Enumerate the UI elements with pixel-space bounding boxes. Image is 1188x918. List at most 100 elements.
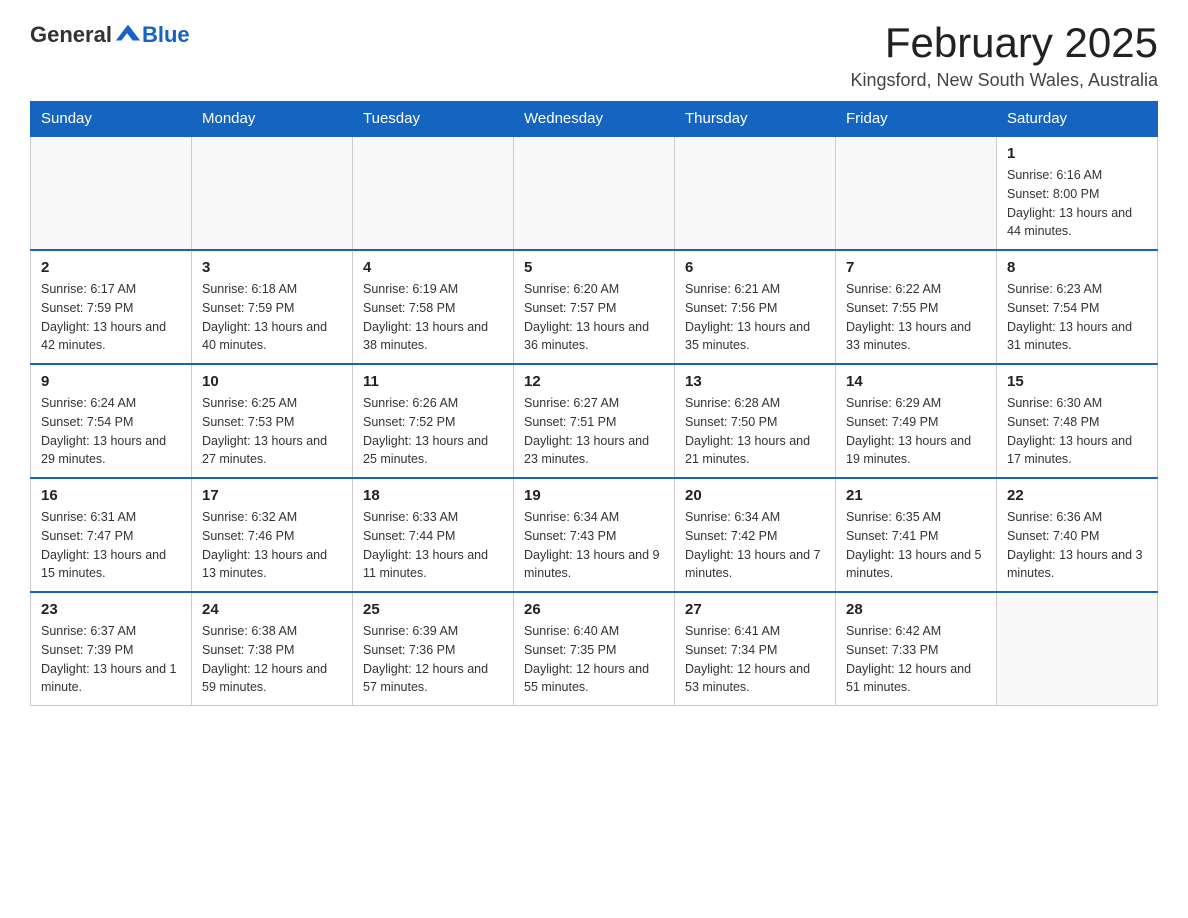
- calendar-cell: 23Sunrise: 6:37 AM Sunset: 7:39 PM Dayli…: [31, 592, 192, 706]
- day-info: Sunrise: 6:16 AM Sunset: 8:00 PM Dayligh…: [1007, 166, 1147, 241]
- day-number: 21: [846, 487, 986, 504]
- day-info: Sunrise: 6:19 AM Sunset: 7:58 PM Dayligh…: [363, 280, 503, 355]
- day-number: 19: [524, 487, 664, 504]
- calendar-cell: 13 Sunrise: 6:28 AM Sunset: 7:50 PM Dayli…: [675, 364, 836, 478]
- day-number: 24: [202, 601, 342, 618]
- calendar-cell: 5 Sunrise: 6:20 AM Sunset: 7:57 PM Daylig…: [514, 250, 675, 364]
- day-number: 11: [363, 373, 503, 390]
- calendar-table: SundayMondayTuesdayWednesdayThursdayFrid…: [30, 101, 1158, 706]
- calendar-cell: 19 Sunrise: 6:34 AM Sunset: 7:43 PM Dayli…: [514, 478, 675, 592]
- day-info: Sunrise: 6:42 AM Sunset: 7:33 PM Dayligh…: [846, 622, 986, 697]
- calendar-cell: 16 Sunrise: 6:31 AM Sunset: 7:47 PM Dayli…: [31, 478, 192, 592]
- week-row-2: 2 Sunrise: 6:17 AM Sunset: 7:59 PM Daylig…: [31, 250, 1158, 364]
- day-number: 7: [846, 259, 986, 276]
- calendar-cell: 10Sunrise: 6:25 AM Sunset: 7:53 PM Dayli…: [192, 364, 353, 478]
- day-number: 2: [41, 259, 181, 276]
- weekday-header-thursday: Thursday: [675, 102, 836, 137]
- day-info: Sunrise: 6:25 AM Sunset: 7:53 PM Dayligh…: [202, 394, 342, 469]
- calendar-cell: 28 Sunrise: 6:42 AM Sunset: 7:33 PM Dayli…: [836, 592, 997, 706]
- day-number: 1: [1007, 145, 1147, 162]
- day-number: 4: [363, 259, 503, 276]
- calendar-cell: 24 Sunrise: 6:38 AM Sunset: 7:38 PM Dayli…: [192, 592, 353, 706]
- calendar-cell: 15Sunrise: 6:30 AM Sunset: 7:48 PM Dayli…: [997, 364, 1158, 478]
- calendar-cell: [514, 136, 675, 250]
- day-number: 12: [524, 373, 664, 390]
- calendar-cell: 27 Sunrise: 6:41 AM Sunset: 7:34 PM Dayli…: [675, 592, 836, 706]
- weekday-header-row: SundayMondayTuesdayWednesdayThursdayFrid…: [31, 102, 1158, 137]
- page-header: General Blue February 2025 Kingsford, Ne…: [30, 20, 1158, 91]
- day-number: 17: [202, 487, 342, 504]
- weekday-header-sunday: Sunday: [31, 102, 192, 137]
- day-number: 13: [685, 373, 825, 390]
- day-info: Sunrise: 6:23 AM Sunset: 7:54 PM Dayligh…: [1007, 280, 1147, 355]
- calendar-cell: 3 Sunrise: 6:18 AM Sunset: 7:59 PM Daylig…: [192, 250, 353, 364]
- day-info: Sunrise: 6:34 AM Sunset: 7:42 PM Dayligh…: [685, 508, 825, 583]
- day-info: Sunrise: 6:18 AM Sunset: 7:59 PM Dayligh…: [202, 280, 342, 355]
- day-info: Sunrise: 6:34 AM Sunset: 7:43 PM Dayligh…: [524, 508, 664, 583]
- calendar-cell: 25 Sunrise: 6:39 AM Sunset: 7:36 PM Dayli…: [353, 592, 514, 706]
- day-number: 5: [524, 259, 664, 276]
- calendar-cell: 8 Sunrise: 6:23 AM Sunset: 7:54 PM Daylig…: [997, 250, 1158, 364]
- day-number: 23: [41, 601, 181, 618]
- calendar-cell: [192, 136, 353, 250]
- calendar-cell: 11 Sunrise: 6:26 AM Sunset: 7:52 PM Dayli…: [353, 364, 514, 478]
- day-number: 14: [846, 373, 986, 390]
- day-number: 16: [41, 487, 181, 504]
- week-row-1: 1 Sunrise: 6:16 AM Sunset: 8:00 PM Daylig…: [31, 136, 1158, 250]
- day-info: Sunrise: 6:36 AM Sunset: 7:40 PM Dayligh…: [1007, 508, 1147, 583]
- day-info: Sunrise: 6:41 AM Sunset: 7:34 PM Dayligh…: [685, 622, 825, 697]
- calendar-cell: 20Sunrise: 6:34 AM Sunset: 7:42 PM Dayli…: [675, 478, 836, 592]
- day-info: Sunrise: 6:40 AM Sunset: 7:35 PM Dayligh…: [524, 622, 664, 697]
- calendar-cell: 2 Sunrise: 6:17 AM Sunset: 7:59 PM Daylig…: [31, 250, 192, 364]
- location: Kingsford, New South Wales, Australia: [851, 70, 1158, 91]
- day-number: 3: [202, 259, 342, 276]
- day-number: 25: [363, 601, 503, 618]
- calendar-cell: [353, 136, 514, 250]
- calendar-cell: 7Sunrise: 6:22 AM Sunset: 7:55 PM Daylig…: [836, 250, 997, 364]
- calendar-cell: 1 Sunrise: 6:16 AM Sunset: 8:00 PM Daylig…: [997, 136, 1158, 250]
- day-number: 8: [1007, 259, 1147, 276]
- title-block: February 2025 Kingsford, New South Wales…: [851, 20, 1158, 91]
- day-number: 26: [524, 601, 664, 618]
- logo-blue-text: Blue: [142, 22, 190, 48]
- day-number: 6: [685, 259, 825, 276]
- day-info: Sunrise: 6:35 AM Sunset: 7:41 PM Dayligh…: [846, 508, 986, 583]
- week-row-5: 23Sunrise: 6:37 AM Sunset: 7:39 PM Dayli…: [31, 592, 1158, 706]
- day-number: 18: [363, 487, 503, 504]
- month-title: February 2025: [851, 20, 1158, 66]
- week-row-3: 9 Sunrise: 6:24 AM Sunset: 7:54 PM Daylig…: [31, 364, 1158, 478]
- logo-icon: [114, 20, 142, 48]
- day-number: 27: [685, 601, 825, 618]
- logo-general-text: General: [30, 22, 112, 48]
- day-info: Sunrise: 6:29 AM Sunset: 7:49 PM Dayligh…: [846, 394, 986, 469]
- weekday-header-saturday: Saturday: [997, 102, 1158, 137]
- week-row-4: 16 Sunrise: 6:31 AM Sunset: 7:47 PM Dayli…: [31, 478, 1158, 592]
- logo: General Blue: [30, 20, 190, 48]
- calendar-cell: [997, 592, 1158, 706]
- weekday-header-friday: Friday: [836, 102, 997, 137]
- day-number: 22: [1007, 487, 1147, 504]
- day-info: Sunrise: 6:24 AM Sunset: 7:54 PM Dayligh…: [41, 394, 181, 469]
- day-info: Sunrise: 6:17 AM Sunset: 7:59 PM Dayligh…: [41, 280, 181, 355]
- day-number: 9: [41, 373, 181, 390]
- calendar-cell: [675, 136, 836, 250]
- calendar-cell: 22 Sunrise: 6:36 AM Sunset: 7:40 PM Dayli…: [997, 478, 1158, 592]
- day-info: Sunrise: 6:20 AM Sunset: 7:57 PM Dayligh…: [524, 280, 664, 355]
- day-info: Sunrise: 6:38 AM Sunset: 7:38 PM Dayligh…: [202, 622, 342, 697]
- calendar-cell: 18Sunrise: 6:33 AM Sunset: 7:44 PM Dayli…: [353, 478, 514, 592]
- calendar-cell: [31, 136, 192, 250]
- day-info: Sunrise: 6:28 AM Sunset: 7:50 PM Dayligh…: [685, 394, 825, 469]
- day-number: 28: [846, 601, 986, 618]
- day-info: Sunrise: 6:27 AM Sunset: 7:51 PM Dayligh…: [524, 394, 664, 469]
- day-info: Sunrise: 6:39 AM Sunset: 7:36 PM Dayligh…: [363, 622, 503, 697]
- calendar-cell: 4 Sunrise: 6:19 AM Sunset: 7:58 PM Daylig…: [353, 250, 514, 364]
- calendar-cell: [836, 136, 997, 250]
- day-info: Sunrise: 6:30 AM Sunset: 7:48 PM Dayligh…: [1007, 394, 1147, 469]
- calendar-cell: 12 Sunrise: 6:27 AM Sunset: 7:51 PM Dayli…: [514, 364, 675, 478]
- day-info: Sunrise: 6:26 AM Sunset: 7:52 PM Dayligh…: [363, 394, 503, 469]
- calendar-cell: 14 Sunrise: 6:29 AM Sunset: 7:49 PM Dayli…: [836, 364, 997, 478]
- calendar-cell: 21 Sunrise: 6:35 AM Sunset: 7:41 PM Dayli…: [836, 478, 997, 592]
- weekday-header-tuesday: Tuesday: [353, 102, 514, 137]
- calendar-cell: 9 Sunrise: 6:24 AM Sunset: 7:54 PM Daylig…: [31, 364, 192, 478]
- day-info: Sunrise: 6:31 AM Sunset: 7:47 PM Dayligh…: [41, 508, 181, 583]
